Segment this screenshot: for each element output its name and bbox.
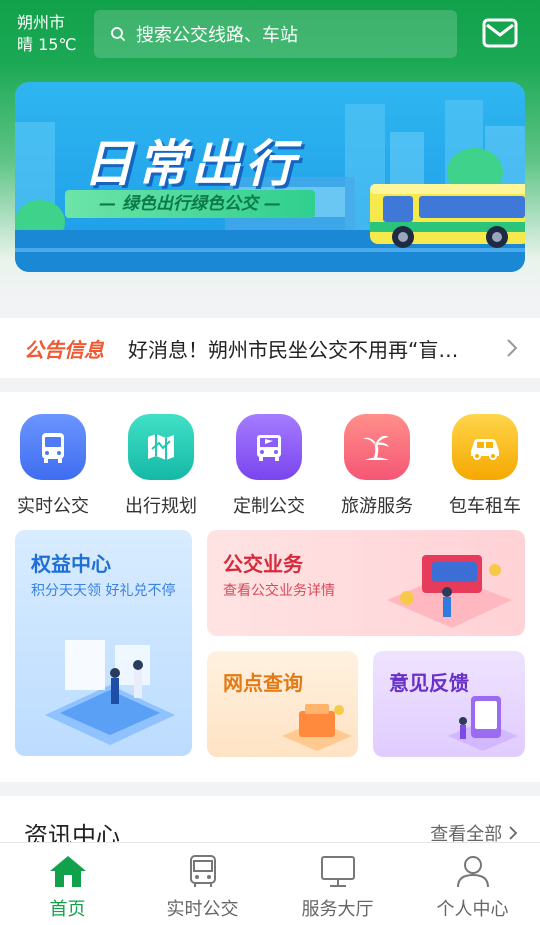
mail-icon[interactable] bbox=[481, 16, 519, 50]
weather-label: 晴 15℃ bbox=[17, 35, 77, 54]
service-label: 旅游服务 bbox=[341, 496, 413, 517]
location-weather[interactable]: 朔州市 晴 15℃ bbox=[17, 12, 76, 56]
chevron-right-icon bbox=[509, 826, 518, 840]
car-icon bbox=[452, 414, 518, 480]
search-placeholder: 搜索公交线路、车站 bbox=[136, 25, 298, 46]
tab-label: 首页 bbox=[49, 899, 86, 920]
home-icon bbox=[49, 856, 86, 887]
service-label: 出行规划 bbox=[125, 496, 197, 517]
monitor-icon bbox=[320, 856, 355, 887]
card-title: 网点查询 bbox=[223, 671, 303, 695]
card-outlet-query[interactable]: 网点查询 bbox=[207, 651, 358, 757]
custom-bus-icon bbox=[236, 414, 302, 480]
service-label: 包车租车 bbox=[449, 496, 521, 517]
service-trip-planning[interactable]: 出行规划 bbox=[111, 414, 211, 518]
service-label: 定制公交 bbox=[233, 496, 305, 517]
banner-subtitle: — 绿色出行绿色公交 — bbox=[65, 190, 315, 218]
tab-label: 实时公交 bbox=[166, 899, 239, 920]
card-feedback[interactable]: 意见反馈 bbox=[373, 651, 525, 757]
tab-label: 个人中心 bbox=[436, 899, 509, 920]
services-panel: 实时公交 出行规划 定制公交 旅游服务 包车租车 权益中心 积分天天领 好礼兑不… bbox=[0, 392, 540, 782]
tab-personal-center[interactable]: 个人中心 bbox=[405, 843, 540, 925]
service-custom-bus[interactable]: 定制公交 bbox=[219, 414, 319, 518]
city-label: 朔州市 bbox=[17, 13, 66, 32]
tab-realtime-bus[interactable]: 实时公交 bbox=[135, 843, 270, 925]
map-icon bbox=[128, 414, 194, 480]
chevron-right-icon bbox=[507, 339, 518, 357]
bus-icon bbox=[20, 414, 86, 480]
card-title: 公交业务 bbox=[223, 552, 303, 576]
user-icon bbox=[456, 856, 489, 888]
card-subtitle: 积分天天领 好礼兑不停 bbox=[31, 583, 176, 599]
card-rights-center[interactable]: 权益中心 积分天天领 好礼兑不停 bbox=[15, 530, 192, 756]
search-icon bbox=[111, 27, 125, 41]
palm-tree-icon bbox=[344, 414, 410, 480]
card-bus-business[interactable]: 公交业务 查看公交业务详情 bbox=[207, 530, 525, 636]
card-subtitle: 查看公交业务详情 bbox=[223, 583, 335, 599]
service-realtime-bus[interactable]: 实时公交 bbox=[3, 414, 103, 518]
search-input[interactable]: 搜索公交线路、车站 bbox=[94, 10, 457, 58]
service-travel[interactable]: 旅游服务 bbox=[327, 414, 427, 518]
tab-label: 服务大厅 bbox=[301, 899, 374, 920]
notice-bar[interactable]: 公告信息 好消息！朔州市民坐公交不用再“盲等”啦 bbox=[0, 318, 540, 378]
bus-icon bbox=[189, 855, 216, 887]
outlet-illustration bbox=[282, 704, 352, 751]
tab-service-hall[interactable]: 服务大厅 bbox=[270, 843, 405, 925]
rights-illustration bbox=[45, 640, 175, 745]
bus-business-illustration bbox=[387, 555, 512, 628]
card-title: 权益中心 bbox=[31, 552, 111, 576]
banner-title: 日常出行 bbox=[83, 135, 299, 193]
service-charter[interactable]: 包车租车 bbox=[435, 414, 535, 518]
service-label: 实时公交 bbox=[17, 496, 89, 517]
bottom-tab-bar: 首页 实时公交 服务大厅 个人中心 bbox=[0, 842, 540, 925]
tab-home[interactable]: 首页 bbox=[0, 843, 135, 925]
feedback-illustration bbox=[448, 696, 518, 751]
notice-text[interactable]: 好消息！朔州市民坐公交不用再“盲等”啦 bbox=[128, 334, 468, 363]
notice-tag: 公告信息 bbox=[24, 337, 104, 362]
banner[interactable]: 日常出行 — 绿色出行绿色公交 — bbox=[15, 82, 525, 272]
